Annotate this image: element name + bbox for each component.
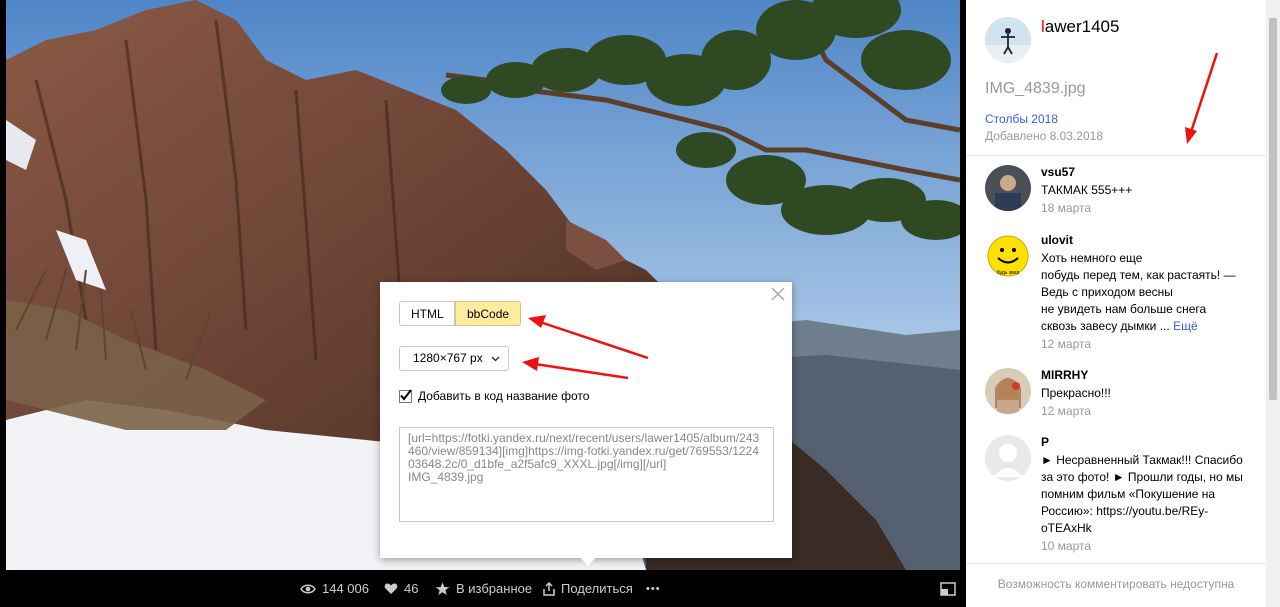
like-button[interactable]: 46 (384, 570, 418, 607)
author-avatar[interactable] (985, 17, 1031, 63)
photo-toolbar: 144 006 46 В избранное Поделиться ••• (0, 570, 966, 607)
more-link[interactable]: Ещё (1173, 319, 1198, 333)
comment-date: 12 марта (1041, 404, 1092, 418)
comment-line-text: сквозь завесу дымки ... (1041, 319, 1170, 333)
more-icon: ••• (646, 582, 661, 595)
star-icon (435, 582, 450, 595)
divider (966, 155, 1266, 156)
share-code-dialog: HTML bbCode 1280×767 px Добавить в код н… (380, 282, 792, 558)
close-icon[interactable] (770, 286, 786, 302)
share-icon (543, 581, 555, 596)
include-title-checkbox[interactable] (399, 388, 412, 403)
format-tabs: HTML bbCode (399, 301, 521, 326)
include-title-label: Добавить в код название фото (418, 389, 590, 403)
favorite-button[interactable]: В избранное (435, 570, 532, 607)
album-link[interactable]: Столбы 2018 (985, 112, 1058, 126)
include-title-option[interactable]: Добавить в код название фото (399, 388, 590, 403)
author-name[interactable]: lawer1405 (1041, 17, 1119, 37)
likes-count: 46 (404, 581, 419, 596)
comment-line: Хоть немного еще (1041, 251, 1143, 265)
comment-text: ► Несравненный Такмак!!! Спасибо за это … (1041, 452, 1261, 537)
comment-line: Ведь с приходом весны (1041, 285, 1173, 299)
comment-author[interactable]: MIRRHY (1041, 368, 1261, 383)
dialog-pointer (579, 556, 597, 566)
share-label: Поделиться (561, 581, 633, 596)
avatar[interactable] (985, 368, 1031, 414)
scrollbar-thumb[interactable] (1269, 18, 1277, 400)
avatar[interactable]: будь звер (985, 233, 1031, 279)
embed-code-text: [url=https://fotki.yandex.ru/next/recent… (408, 431, 760, 484)
tab-bbcode[interactable]: bbCode (455, 301, 521, 326)
comment-date: 12 марта (1041, 337, 1092, 351)
avatar[interactable] (985, 435, 1031, 481)
views-counter: 144 006 (300, 570, 369, 607)
size-select[interactable]: 1280×767 px (399, 346, 509, 371)
photo-filename: IMG_4839.jpg (985, 80, 1086, 97)
comments-disabled-note: Возможность комментировать недоступна (966, 563, 1266, 607)
avatar[interactable] (985, 165, 1031, 211)
comment-date: 10 марта (1041, 539, 1092, 553)
share-button[interactable]: Поделиться (543, 570, 633, 607)
views-count: 144 006 (322, 581, 369, 596)
info-sidebar: lawer1405 IMG_4839.jpg Столбы 2018 Добав… (966, 0, 1266, 607)
comment-author[interactable]: P (1041, 435, 1261, 450)
fullscreen-icon[interactable] (940, 582, 956, 596)
embed-code-textarea[interactable]: [url=https://fotki.yandex.ru/next/recent… (399, 427, 774, 522)
comment-text: Хоть немного еще побудь перед тем, как р… (1041, 250, 1261, 335)
comment-line: не увидеть нам больше снега (1041, 302, 1207, 316)
size-value: 1280×767 px (413, 351, 483, 365)
comment-line: сквозь завесу дымки ... Ещё (1041, 318, 1261, 335)
chevron-down-icon (491, 356, 500, 362)
checkmark-icon (400, 388, 412, 401)
heart-icon (384, 583, 398, 594)
comment-line: Россию»: https://youtu.be/REy- (1041, 504, 1209, 518)
comment-line: помним фильм «Покушение на (1041, 487, 1216, 501)
tab-html[interactable]: HTML (399, 301, 455, 326)
comment-author[interactable]: ulovit (1041, 233, 1261, 248)
more-button[interactable]: ••• (646, 570, 661, 607)
comment-line: побудь перед тем, как растаять! — (1041, 268, 1236, 282)
added-date: Добавлено 8.03.2018 (985, 129, 1104, 143)
favorite-label: В избранное (456, 581, 533, 596)
svg-text:будь звер: будь звер (997, 270, 1020, 276)
scrollbar[interactable] (1266, 0, 1280, 607)
comment-text: ТАКМАК 555+++ (1041, 183, 1133, 197)
comment-line: ► Несравненный Такмак!!! Спасибо (1041, 453, 1243, 467)
author-name-rest: awer1405 (1044, 17, 1120, 36)
comment-text: Прекрасно!!! (1041, 386, 1111, 400)
eye-icon (300, 584, 316, 593)
comment-author[interactable]: vsu57 (1041, 165, 1261, 180)
comment-line: за это фото! ► Прошли годы, но мы (1041, 470, 1243, 484)
comment-line: oTEAxHk (1041, 521, 1092, 535)
comment-date: 18 марта (1041, 201, 1092, 215)
